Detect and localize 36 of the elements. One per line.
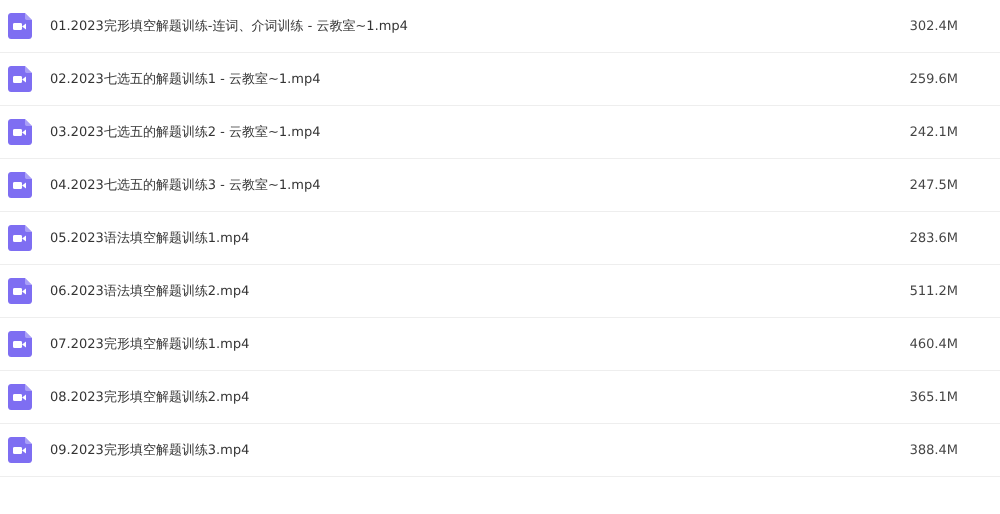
file-size: 283.6M xyxy=(910,230,958,246)
video-file-icon xyxy=(8,384,32,410)
video-file-icon xyxy=(8,225,32,251)
file-row[interactable]: 02.2023七选五的解题训练1 - 云教室~1.mp4 259.6M xyxy=(0,53,1000,106)
file-size: 511.2M xyxy=(910,284,958,298)
file-name: 08.2023完形填空解题训练2.mp4 xyxy=(50,389,250,406)
video-file-icon xyxy=(8,437,32,463)
file-row[interactable]: 05.2023语法填空解题训练1.mp4 283.6M xyxy=(0,212,1000,265)
file-row[interactable]: 09.2023完形填空解题训练3.mp4 388.4M xyxy=(0,424,1000,477)
file-row[interactable]: 07.2023完形填空解题训练1.mp4 460.4M xyxy=(0,318,1000,371)
video-file-icon xyxy=(8,66,32,92)
video-file-icon xyxy=(8,278,32,304)
video-file-icon xyxy=(8,119,32,145)
file-size: 259.6M xyxy=(910,72,958,86)
file-row[interactable]: 01.2023完形填空解题训练-连词、介词训练 - 云教室~1.mp4 302.4M xyxy=(0,0,1000,53)
file-size: 460.4M xyxy=(910,336,958,352)
file-name: 07.2023完形填空解题训练1.mp4 xyxy=(50,336,250,353)
file-size: 365.1M xyxy=(910,390,958,404)
file-name: 09.2023完形填空解题训练3.mp4 xyxy=(50,442,250,459)
file-name: 05.2023语法填空解题训练1.mp4 xyxy=(50,230,250,247)
file-row[interactable]: 04.2023七选五的解题训练3 - 云教室~1.mp4 247.5M xyxy=(0,159,1000,212)
file-row[interactable]: 08.2023完形填空解题训练2.mp4 365.1M xyxy=(0,371,1000,424)
file-row[interactable]: 06.2023语法填空解题训练2.mp4 511.2M xyxy=(0,265,1000,318)
file-size: 247.5M xyxy=(910,178,958,192)
file-size: 388.4M xyxy=(910,442,958,458)
video-file-icon xyxy=(8,13,32,39)
video-file-icon xyxy=(8,331,32,357)
file-size: 242.1M xyxy=(910,124,958,140)
video-file-icon xyxy=(8,172,32,198)
file-name: 01.2023完形填空解题训练-连词、介词训练 - 云教室~1.mp4 xyxy=(50,18,409,35)
file-name: 02.2023七选五的解题训练1 - 云教室~1.mp4 xyxy=(50,71,322,88)
file-size: 302.4M xyxy=(910,18,958,34)
file-name: 04.2023七选五的解题训练3 - 云教室~1.mp4 xyxy=(50,177,322,194)
file-name: 06.2023语法填空解题训练2.mp4 xyxy=(50,283,250,300)
file-row[interactable]: 03.2023七选五的解题训练2 - 云教室~1.mp4 242.1M xyxy=(0,106,1000,159)
file-name: 03.2023七选五的解题训练2 - 云教室~1.mp4 xyxy=(50,124,322,141)
